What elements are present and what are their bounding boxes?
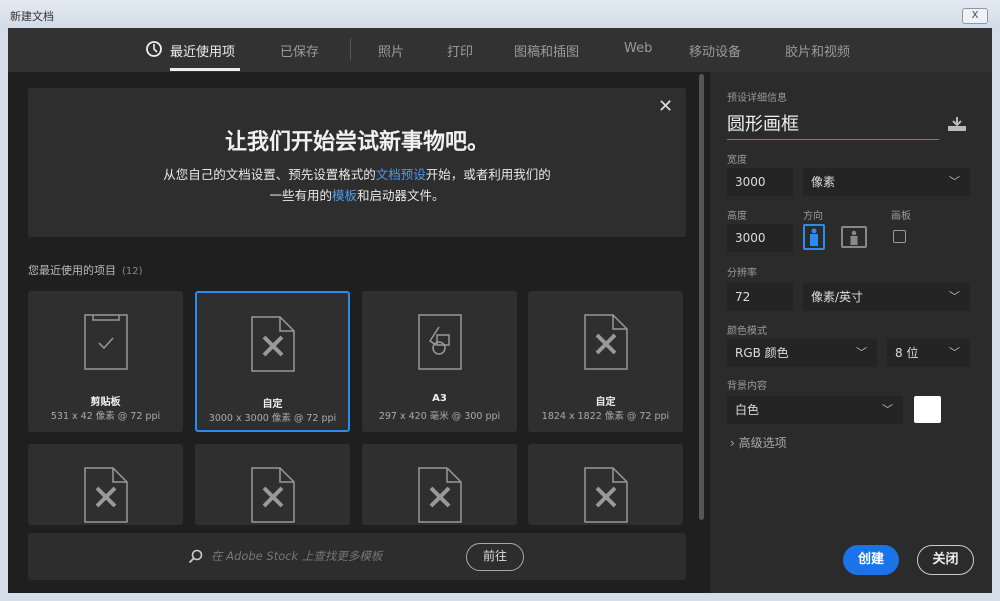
advanced-options-toggle[interactable]: › 高级选项 (730, 434, 787, 451)
resolution-label: 分辨率 (727, 264, 757, 279)
background-select[interactable]: 白色 ﹀ (727, 396, 903, 424)
recent-document-card[interactable]: 剪贴板531 x 42 像素 @ 72 ppi (28, 291, 183, 432)
recent-document-card[interactable] (28, 444, 183, 525)
preset-details-label: 预设详细信息 (727, 89, 787, 104)
color-mode-select[interactable]: RGB 颜色 ﹀ (727, 339, 877, 367)
chevron-right-icon: › (730, 436, 735, 450)
custom-icon (583, 466, 629, 525)
width-unit-select[interactable]: 像素 ﹀ (803, 168, 970, 196)
recent-label: 您最近使用的项目 (28, 264, 116, 277)
custom-icon (83, 466, 129, 525)
color-mode-value: RGB 颜色 (735, 346, 789, 360)
artboard-label: 画板 (891, 207, 911, 222)
text: 从您自己的文档设置、预先设置格式的 (163, 167, 376, 182)
go-button[interactable]: 前往 (466, 543, 524, 571)
stock-search-bar: 在 Adobe Stock 上查找更多模板 前往 (28, 533, 686, 580)
tab-photo[interactable]: 照片 (378, 41, 404, 60)
card-size: 297 x 420 毫米 @ 300 ppi (362, 408, 517, 422)
background-value: 白色 (735, 403, 759, 417)
color-mode-label: 颜色模式 (727, 322, 767, 337)
card-name: 自定 (197, 395, 348, 410)
card-name: 自定 (528, 393, 683, 408)
tab-web[interactable]: Web (624, 41, 652, 56)
scrollbar[interactable] (699, 74, 704, 520)
card-name: A3 (362, 393, 517, 404)
portrait-orientation-button[interactable] (803, 224, 825, 250)
tab-print[interactable]: 打印 (447, 41, 473, 60)
chevron-down-icon: ﹀ (949, 339, 960, 367)
tab-film-video[interactable]: 胶片和视频 (785, 41, 850, 60)
width-label: 宽度 (727, 151, 747, 166)
save-preset-icon[interactable] (947, 116, 967, 132)
chevron-down-icon: ﹀ (882, 396, 893, 424)
landscape-icon (843, 228, 865, 246)
chevron-down-icon: ﹀ (949, 283, 960, 311)
width-input[interactable]: 3000 (727, 168, 793, 196)
banner-title: 让我们开始尝试新事物吧。 (28, 124, 686, 156)
bit-depth-select[interactable]: 8 位 ﹀ (887, 339, 970, 367)
card-name: 剪贴板 (28, 393, 183, 408)
custom-icon (417, 466, 463, 525)
search-icon (188, 549, 204, 565)
custom-icon (583, 313, 629, 375)
tab-saved[interactable]: 已保存 (280, 41, 319, 60)
portrait-icon (805, 226, 823, 248)
banner-text-line2: 一些有用的模板和启动器文件。 (28, 185, 686, 204)
window-title: 新建文档 (10, 8, 54, 24)
card-size: 3000 x 3000 像素 @ 72 ppi (197, 410, 348, 424)
shapes-icon (417, 313, 463, 375)
custom-icon (250, 466, 296, 525)
templates-link[interactable]: 模板 (332, 188, 357, 203)
window-close-button[interactable]: X (962, 8, 988, 24)
text: 一些有用的 (269, 188, 332, 203)
landscape-orientation-button[interactable] (841, 226, 867, 248)
advanced-options-label: 高级选项 (739, 436, 787, 450)
height-label: 高度 (727, 207, 747, 222)
clock-icon (145, 40, 163, 58)
active-tab-indicator (170, 68, 240, 71)
tab-art-illustration[interactable]: 图稿和插图 (514, 41, 579, 60)
orientation-label: 方向 (803, 207, 823, 222)
create-button[interactable]: 创建 (843, 545, 899, 575)
document-presets-link[interactable]: 文档预设 (376, 167, 426, 182)
tab-mobile[interactable]: 移动设备 (689, 41, 741, 60)
background-color-swatch[interactable] (914, 396, 941, 423)
resolution-unit-select[interactable]: 像素/英寸 ﹀ (803, 283, 970, 311)
recent-document-card[interactable] (195, 444, 350, 525)
preset-name-input[interactable]: 圆形画框 (727, 110, 939, 140)
custom-icon (250, 315, 296, 377)
artboard-checkbox[interactable] (893, 230, 906, 243)
resolution-input[interactable]: 72 (727, 283, 793, 311)
chevron-down-icon: ﹀ (949, 168, 960, 196)
welcome-banner: 让我们开始尝试新事物吧。 从您自己的文档设置、预先设置格式的文档预设开始，或者利… (28, 88, 686, 237)
recent-document-card[interactable] (362, 444, 517, 525)
resolution-unit-value: 像素/英寸 (811, 290, 863, 304)
tab-recent[interactable]: 最近使用项 (170, 41, 235, 60)
text: 和启动器文件。 (357, 188, 445, 203)
banner-close-icon[interactable]: ✕ (658, 96, 673, 117)
recent-document-card[interactable]: A3 297 x 420 毫米 @ 300 ppi (362, 291, 517, 432)
close-button[interactable]: 关闭 (917, 545, 974, 575)
card-size: 531 x 42 像素 @ 72 ppi (28, 408, 183, 422)
tab-bar: 最近使用项 已保存 照片 打印 图稿和插图 Web 移动设备 胶片和视频 (8, 28, 992, 72)
title-bar (0, 0, 1000, 28)
banner-text-line1: 从您自己的文档设置、预先设置格式的文档预设开始，或者利用我们的 (28, 164, 686, 183)
background-label: 背景内容 (727, 377, 767, 392)
width-unit-value: 像素 (811, 175, 835, 189)
height-input[interactable]: 3000 (727, 224, 793, 252)
recent-document-card[interactable]: 自定3000 x 3000 像素 @ 72 ppi (195, 291, 350, 432)
recent-document-card[interactable]: 自定1824 x 1822 像素 @ 72 ppi (528, 291, 683, 432)
recent-heading: 您最近使用的项目 (12) (28, 262, 143, 278)
tab-divider (350, 38, 351, 60)
recent-count: (12) (122, 266, 143, 277)
chevron-down-icon: ﹀ (856, 339, 867, 367)
text: 开始，或者利用我们的 (426, 167, 551, 182)
card-size: 1824 x 1822 像素 @ 72 ppi (528, 408, 683, 422)
bit-depth-value: 8 位 (895, 346, 918, 360)
recent-document-card[interactable] (528, 444, 683, 525)
clipboard-icon (83, 313, 129, 375)
stock-search-input[interactable]: 在 Adobe Stock 上查找更多模板 (211, 548, 461, 564)
